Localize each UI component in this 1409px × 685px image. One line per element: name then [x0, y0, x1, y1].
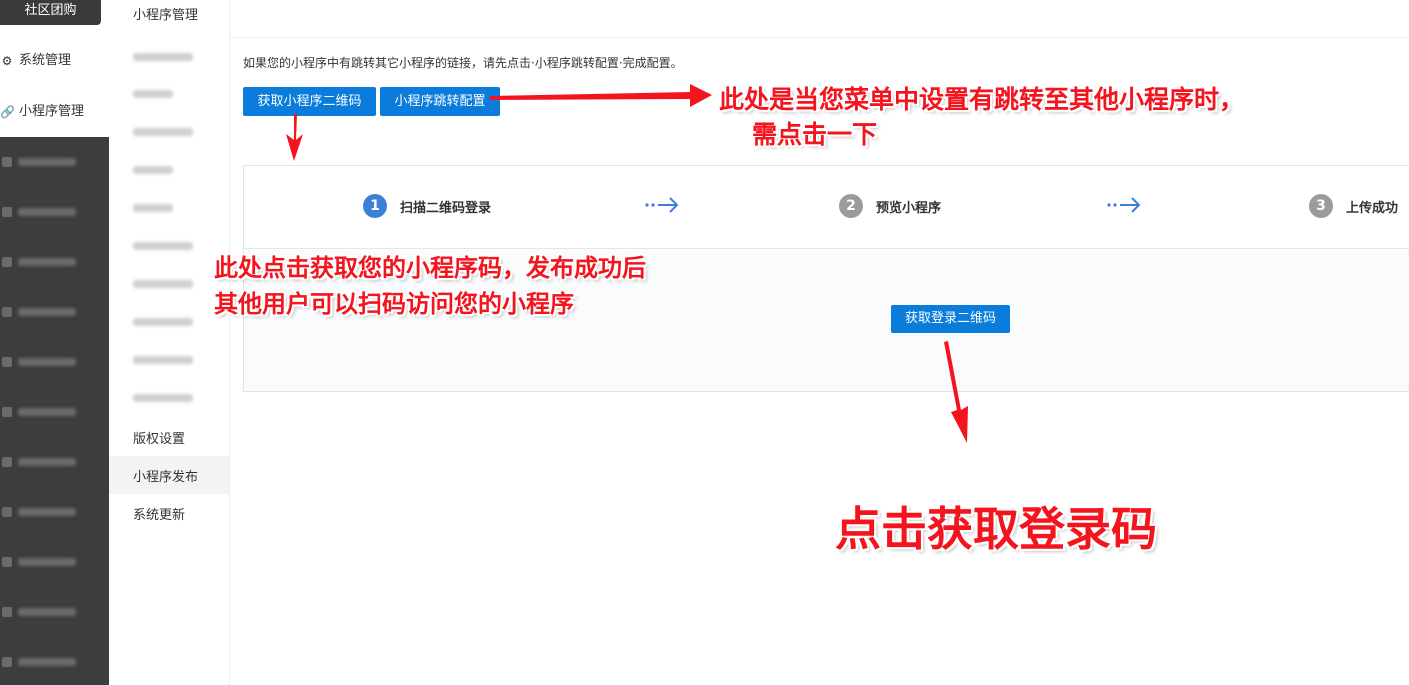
submenu-item-blurred[interactable]: [133, 204, 173, 212]
nav-item-blurred[interactable]: [0, 402, 109, 422]
submenu-item-publish[interactable]: 小程序发布: [133, 466, 198, 485]
step-number: 2: [839, 194, 863, 218]
jump-config-notice: 如果您的小程序中有跳转其它小程序的链接，请先点击·小程序跳转配置·完成配置。: [243, 56, 683, 70]
submenu-item-blurred[interactable]: [133, 280, 193, 288]
submenu: 小程序管理 版权设置 小程序发布 系统更新: [109, 0, 230, 685]
gear-icon: ⚙: [1, 54, 13, 68]
step-label: 预览小程序: [876, 201, 942, 216]
nav-item-miniprogram[interactable]: 🔗 小程序管理: [0, 99, 109, 125]
nav-item-blurred[interactable]: [0, 352, 109, 372]
nav-item-blurred[interactable]: [0, 202, 109, 222]
step-arrow-icon: [645, 197, 679, 213]
main-nav: 社区团购 ⚙ 系统管理 🔗 小程序管理: [0, 0, 109, 685]
steps-header: 1 扫描二维码登录 2 预览小程序 3 上传成功: [244, 166, 1409, 249]
brand-logo[interactable]: 社区团购: [0, 0, 101, 25]
top-bar: [230, 0, 1409, 38]
submenu-title: 小程序管理: [133, 8, 199, 23]
submenu-item-blurred[interactable]: [133, 242, 193, 250]
link-icon: 🔗: [0, 105, 15, 119]
nav-item-system[interactable]: ⚙ 系统管理: [0, 48, 109, 74]
submenu-item-blurred[interactable]: [133, 356, 193, 364]
submenu-item-blurred[interactable]: [133, 394, 193, 402]
nav-item-blurred[interactable]: [0, 302, 109, 322]
step-arrow-icon: [1107, 197, 1141, 213]
jump-config-button[interactable]: 小程序跳转配置: [380, 87, 500, 116]
submenu-item-blurred[interactable]: [133, 53, 193, 61]
submenu-item-blurred[interactable]: [133, 166, 173, 174]
nav-item-blurred[interactable]: [0, 652, 109, 672]
nav-item-blurred[interactable]: [0, 552, 109, 572]
nav-item-label: 小程序管理: [19, 104, 85, 119]
get-login-qrcode-button[interactable]: 获取登录二维码: [891, 305, 1010, 333]
nav-item-blurred[interactable]: [0, 602, 109, 622]
nav-item-blurred[interactable]: [0, 452, 109, 472]
nav-item-blurred[interactable]: [0, 502, 109, 522]
submenu-item-copyright[interactable]: 版权设置: [133, 428, 185, 447]
get-qrcode-button[interactable]: 获取小程序二维码: [243, 87, 376, 116]
submenu-item-blurred[interactable]: [133, 90, 173, 98]
submenu-item-blurred[interactable]: [133, 318, 193, 326]
annotation-login-code: 点击获取登录码: [835, 502, 1157, 556]
step-number: 3: [1309, 194, 1333, 218]
step-number: 1: [363, 194, 387, 218]
annotation-jump-config-line1: 此处是当您菜单中设置有跳转至其他小程序时，: [719, 85, 1245, 114]
nav-item-label: 系统管理: [19, 53, 72, 68]
annotation-qrcode-line2: 其他用户可以扫码访问您的小程序: [214, 290, 574, 318]
annotation-qrcode-line1: 此处点击获取您的小程序码，发布成功后: [214, 254, 646, 282]
submenu-item-update[interactable]: 系统更新: [133, 504, 185, 523]
step-label: 扫描二维码登录: [400, 201, 492, 216]
step-label: 上传成功: [1346, 201, 1399, 216]
annotation-jump-config-line2: 需点击一下: [752, 120, 878, 149]
nav-item-blurred[interactable]: [0, 252, 109, 272]
nav-item-blurred[interactable]: [0, 152, 109, 172]
submenu-item-blurred[interactable]: [133, 128, 193, 136]
